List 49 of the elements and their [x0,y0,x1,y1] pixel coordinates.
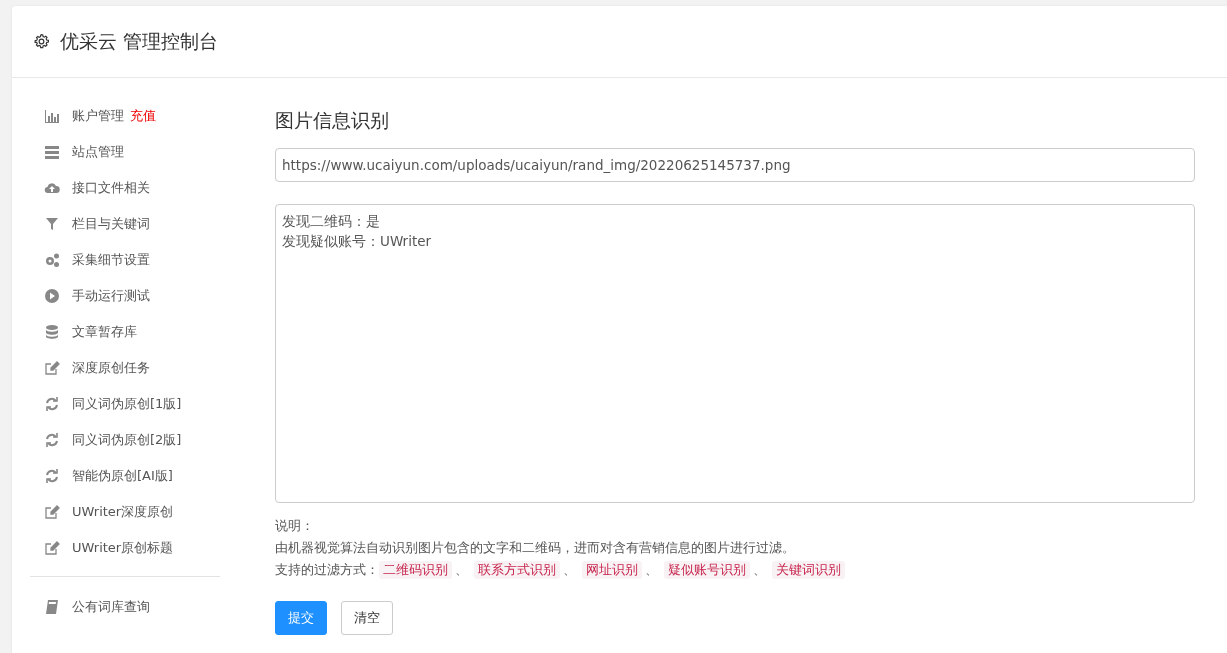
console-title: 优采云 管理控制台 [60,28,219,54]
result-line: 发现疑似账号：UWriter [282,232,433,251]
gears-icon [44,252,60,268]
book-icon [44,599,60,615]
section-title: 图片信息识别 [275,108,390,133]
edit-icon [44,360,60,376]
recharge-link[interactable]: 充值 [130,107,156,125]
settings-icon [33,33,50,50]
sidebar-item[interactable]: 智能伪原创[AI版] [30,458,240,494]
cloud-icon [44,180,60,196]
methods-label: 支持的过滤方式： [275,561,379,579]
sidebar-item[interactable]: 文章暂存库 [30,314,240,350]
result-line: 发现二维码：是 [282,212,381,231]
refresh-icon [44,396,60,412]
refresh-icon [44,432,60,448]
method-tag: 疑似账号识别 [664,561,750,579]
sidebar-item[interactable]: 采集细节设置 [30,242,240,278]
sidebar-item[interactable]: 深度原创任务 [30,350,240,386]
method-tag: 二维码识别 [379,561,452,579]
notes-heading: 说明： [275,517,315,535]
notes-description: 由机器视觉算法自动识别图片包含的文字和二维码，进而对含有营销信息的图片进行过滤。 [275,539,796,557]
sidebar-item[interactable]: UWriter深度原创 [30,494,240,530]
filter-icon [44,216,60,232]
separator: 、 [645,561,658,579]
sidebar-item[interactable]: 接口文件相关 [30,170,240,206]
server-icon [44,144,60,160]
play-icon [44,288,60,304]
sidebar-item[interactable]: 站点管理 [30,134,240,170]
method-tag: 联系方式识别 [474,561,560,579]
separator: 、 [455,561,468,579]
sidebar-item[interactable]: 手动运行测试 [30,278,240,314]
sidebar-item[interactable]: 公有词库查询 [30,589,240,625]
method-tag: 网址识别 [582,561,642,579]
result-box[interactable]: 发现二维码：是 发现疑似账号：UWriter [275,204,1195,503]
refresh-icon [44,468,60,484]
database-icon [44,324,60,340]
method-tag: 关键词识别 [772,561,845,579]
separator: 、 [563,561,576,579]
edit-icon [44,540,60,556]
edit-icon [44,504,60,520]
separator: 、 [753,561,766,579]
clear-button[interactable]: 清空 [341,601,393,635]
sidebar-item[interactable]: 同义词伪原创[2版] [30,422,240,458]
sidebar-item[interactable]: 栏目与关键词 [30,206,240,242]
url-field[interactable]: https://www.ucaiyun.com/uploads/ucaiyun/rand_img/20220625145737.png [275,148,1195,182]
sidebar-item[interactable]: 账户管理 充值 [30,98,240,134]
sidebar-item[interactable]: 同义词伪原创[1版] [30,386,240,422]
chart-icon [44,108,60,124]
sidebar-item[interactable]: UWriter原创标题 [30,530,240,566]
